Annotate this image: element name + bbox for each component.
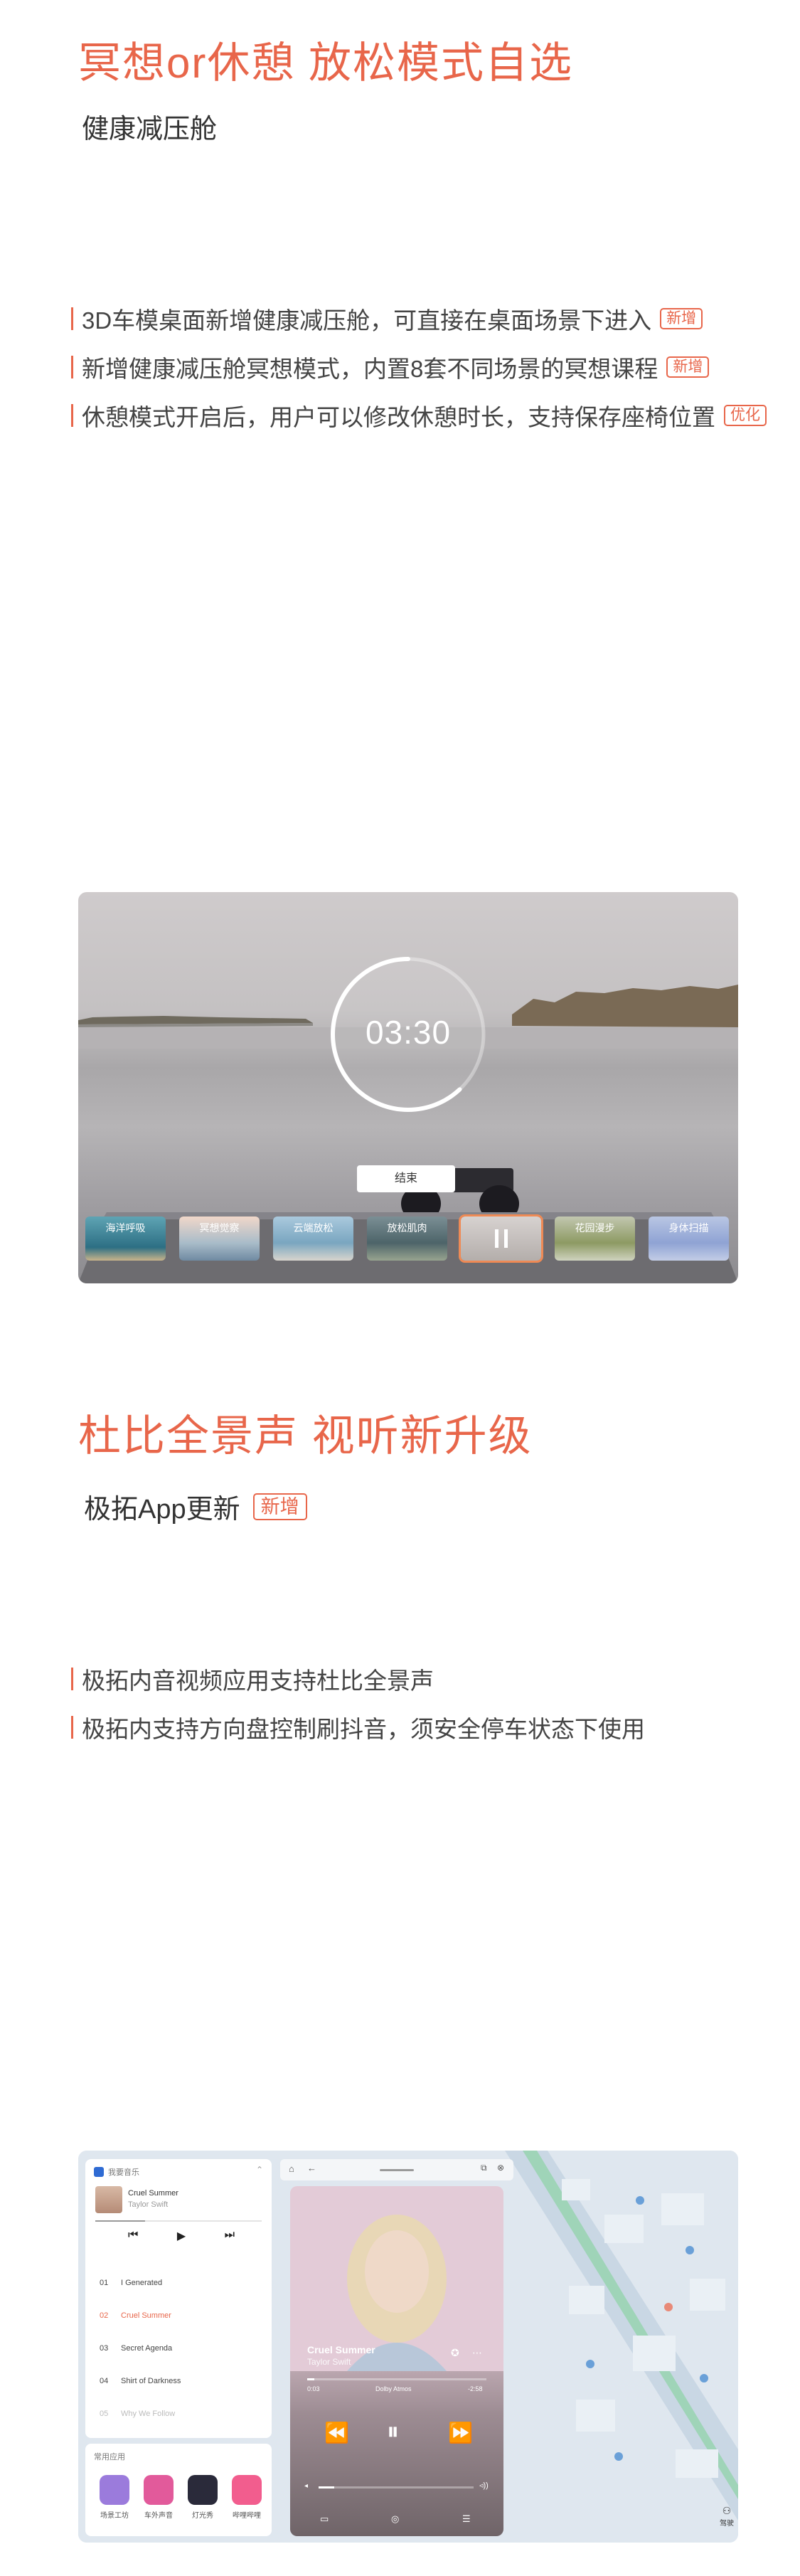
volume-low-icon: ◂ — [304, 2482, 309, 2490]
mini-progress[interactable] — [95, 2220, 262, 2222]
scene-card[interactable]: 身体扫描 — [649, 1217, 729, 1261]
scene-label: 放松肌肉 — [387, 1222, 427, 1234]
elapsed-time: 0:03 — [307, 2385, 320, 2392]
section1-subtitle: 健康减压舱 — [82, 115, 218, 144]
lyrics-icon[interactable]: ▭ — [320, 2513, 329, 2525]
browser-toolbar: ⌂ ← ⧉ ⊗ — [280, 2159, 513, 2180]
feature-item: 休憩模式开启后，用户可以修改休憩时长，支持保存座椅位置 优化 — [71, 401, 767, 430]
player-song-title: Cruel Summer — [307, 2344, 375, 2355]
music-app-icon — [94, 2167, 104, 2177]
player-artist: Taylor Swift — [307, 2357, 351, 2367]
feature-item: 极拓内音视频应用支持杜比全景声 — [71, 1665, 434, 1694]
mini-song-title: Cruel Summer — [128, 2189, 178, 2198]
track-row[interactable]: 01 I Generated — [100, 2279, 162, 2287]
more-icon[interactable]: ⋯ — [472, 2347, 482, 2359]
mini-album-art — [95, 2186, 122, 2213]
rewind-icon[interactable]: ⏪ — [324, 2421, 349, 2444]
album-art — [290, 2186, 503, 2371]
queue-icon[interactable]: ☰ — [462, 2513, 471, 2525]
track-row[interactable]: 05 Why We Follow — [100, 2410, 175, 2418]
app-label: 灯光秀 — [192, 2512, 213, 2520]
new-badge: 新增 — [666, 356, 710, 378]
track-row[interactable]: 03 Secret Agenda — [100, 2344, 172, 2353]
subtitle-text: 极拓App更新 — [84, 1495, 240, 1525]
apps-title: 常用应用 — [94, 2453, 125, 2461]
track-row[interactable]: 04 Shirt of Darkness — [100, 2377, 181, 2385]
feature-item: 3D车模桌面新增健康减压舱，可直接在桌面场景下进入 新增 — [71, 304, 703, 334]
scene-label: 海洋呼吸 — [105, 1222, 146, 1234]
scene-card[interactable]: 云端放松 — [273, 1217, 353, 1261]
people-icon: ⚇ — [722, 2505, 732, 2516]
scene-selector: 海洋呼吸 冥想觉察 云端放松 放松肌肉 花园漫步 身体扫描 — [85, 1214, 732, 1263]
car-infotainment-screen: ⚇ 驾驶 我要音乐 ⌃ Cruel Summer Taylor Swift ⏮ … — [78, 2151, 738, 2543]
pause-icon[interactable]: ⏸ — [387, 2418, 399, 2446]
scene-label: 花园漫步 — [575, 1222, 615, 1234]
fast-forward-icon[interactable]: ⏩ — [448, 2421, 473, 2444]
accent-bar — [71, 307, 73, 330]
mini-controls: ⏮ ▶ ⏭ — [128, 2229, 235, 2243]
new-badge: 新增 — [660, 308, 703, 329]
section1-title: 冥想or休憩 放松模式自选 — [78, 39, 574, 87]
section2-subtitle: 极拓App更新 新增 — [84, 1487, 307, 1526]
feature-text: 新增健康减压舱冥想模式，内置8套不同场景的冥想课程 — [82, 356, 658, 382]
feature-text: 3D车模桌面新增健康减压舱，可直接在桌面场景下进入 — [82, 307, 652, 334]
scene-label: 冥想觉察 — [199, 1222, 240, 1234]
collapse-icon[interactable]: ⌃ — [256, 2165, 263, 2175]
accent-bar — [71, 1716, 73, 1739]
accent-bar — [71, 404, 73, 427]
dolby-label: Dolby Atmos — [375, 2385, 412, 2392]
meditation-screen: 03:30 结束 海洋呼吸 冥想觉察 云端放松 放松肌肉 花园漫步 身体扫描 — [78, 892, 738, 1283]
close-icon[interactable]: ⊗ — [497, 2163, 504, 2173]
previous-icon[interactable]: ⏮ — [128, 2229, 138, 2243]
scene-card[interactable]: 放松肌肉 — [367, 1217, 447, 1261]
scene-label: 云端放松 — [293, 1222, 334, 1234]
apps-widget: 常用应用 场景工坊 车外声音 灯光秀 哔哩哔哩 — [85, 2444, 272, 2536]
volume-high-icon: ◃)) — [479, 2481, 489, 2490]
play-icon[interactable]: ▶ — [177, 2229, 186, 2243]
feature-text: 极拓内音视频应用支持杜比全景声 — [82, 1668, 434, 1694]
app-scene-workshop-icon[interactable] — [100, 2475, 129, 2505]
accent-bar — [71, 356, 73, 378]
airplay-icon[interactable]: ◎ — [391, 2513, 399, 2525]
app-light-show-icon[interactable] — [188, 2475, 218, 2505]
mini-artist: Taylor Swift — [128, 2200, 169, 2209]
app-label: 哔哩哔哩 — [233, 2512, 261, 2520]
app-external-sound-icon[interactable] — [144, 2475, 174, 2505]
feature-item: 新增健康减压舱冥想模式，内置8套不同场景的冥想课程 新增 — [71, 353, 710, 382]
optimize-badge: 优化 — [724, 405, 767, 426]
end-button[interactable]: 结束 — [357, 1165, 455, 1192]
countdown-timer: 03:30 — [365, 1014, 452, 1051]
feature-item: 极拓内支持方向盘控制刷抖音，须安全停车状态下使用 — [71, 1713, 645, 1742]
app-bilibili-icon[interactable] — [232, 2475, 262, 2505]
app-label: 场景工坊 — [100, 2512, 129, 2520]
widget-header: 我要音乐 — [94, 2166, 139, 2178]
music-widget: 我要音乐 ⌃ Cruel Summer Taylor Swift ⏮ ▶ ⏭ 0… — [85, 2159, 272, 2438]
app-label: 车外声音 — [144, 2512, 173, 2520]
playback-progress[interactable] — [307, 2378, 486, 2380]
map-button-label: 驾驶 — [720, 2520, 734, 2528]
pause-icon[interactable] — [494, 1228, 509, 1249]
feature-text: 休憩模式开启后，用户可以修改休憩时长，支持保存座椅位置 — [82, 404, 715, 430]
scene-card[interactable]: 冥想觉察 — [179, 1217, 260, 1261]
music-player: Cruel Summer Taylor Swift ✪ ⋯ 0:03 Dolby… — [290, 2186, 503, 2536]
scene-label: 身体扫描 — [668, 1222, 709, 1234]
favorite-icon[interactable]: ✪ — [451, 2347, 459, 2359]
next-icon[interactable]: ⏭ — [225, 2229, 235, 2243]
section2-title: 杜比全景声 视听新升级 — [78, 1412, 533, 1460]
scene-card[interactable]: 海洋呼吸 — [85, 1217, 166, 1261]
accent-bar — [71, 1668, 73, 1690]
track-row-active[interactable]: 02 Cruel Summer — [100, 2311, 171, 2320]
map-drive-button[interactable]: ⚇ 驾驶 — [718, 2505, 735, 2528]
scene-card-selected[interactable] — [459, 1214, 543, 1263]
window-icon[interactable]: ⧉ — [481, 2163, 487, 2173]
new-badge: 新增 — [252, 1493, 307, 1520]
volume-slider[interactable] — [319, 2486, 474, 2488]
feature-text: 极拓内支持方向盘控制刷抖音，须安全停车状态下使用 — [82, 1716, 645, 1742]
back-icon[interactable]: ← — [307, 2163, 316, 2173]
scene-card[interactable]: 花园漫步 — [555, 1217, 635, 1261]
widget-title: 我要音乐 — [108, 2168, 139, 2177]
remaining-time: -2:58 — [468, 2385, 483, 2392]
drag-handle[interactable] — [380, 2169, 414, 2171]
home-icon[interactable]: ⌂ — [289, 2163, 294, 2174]
